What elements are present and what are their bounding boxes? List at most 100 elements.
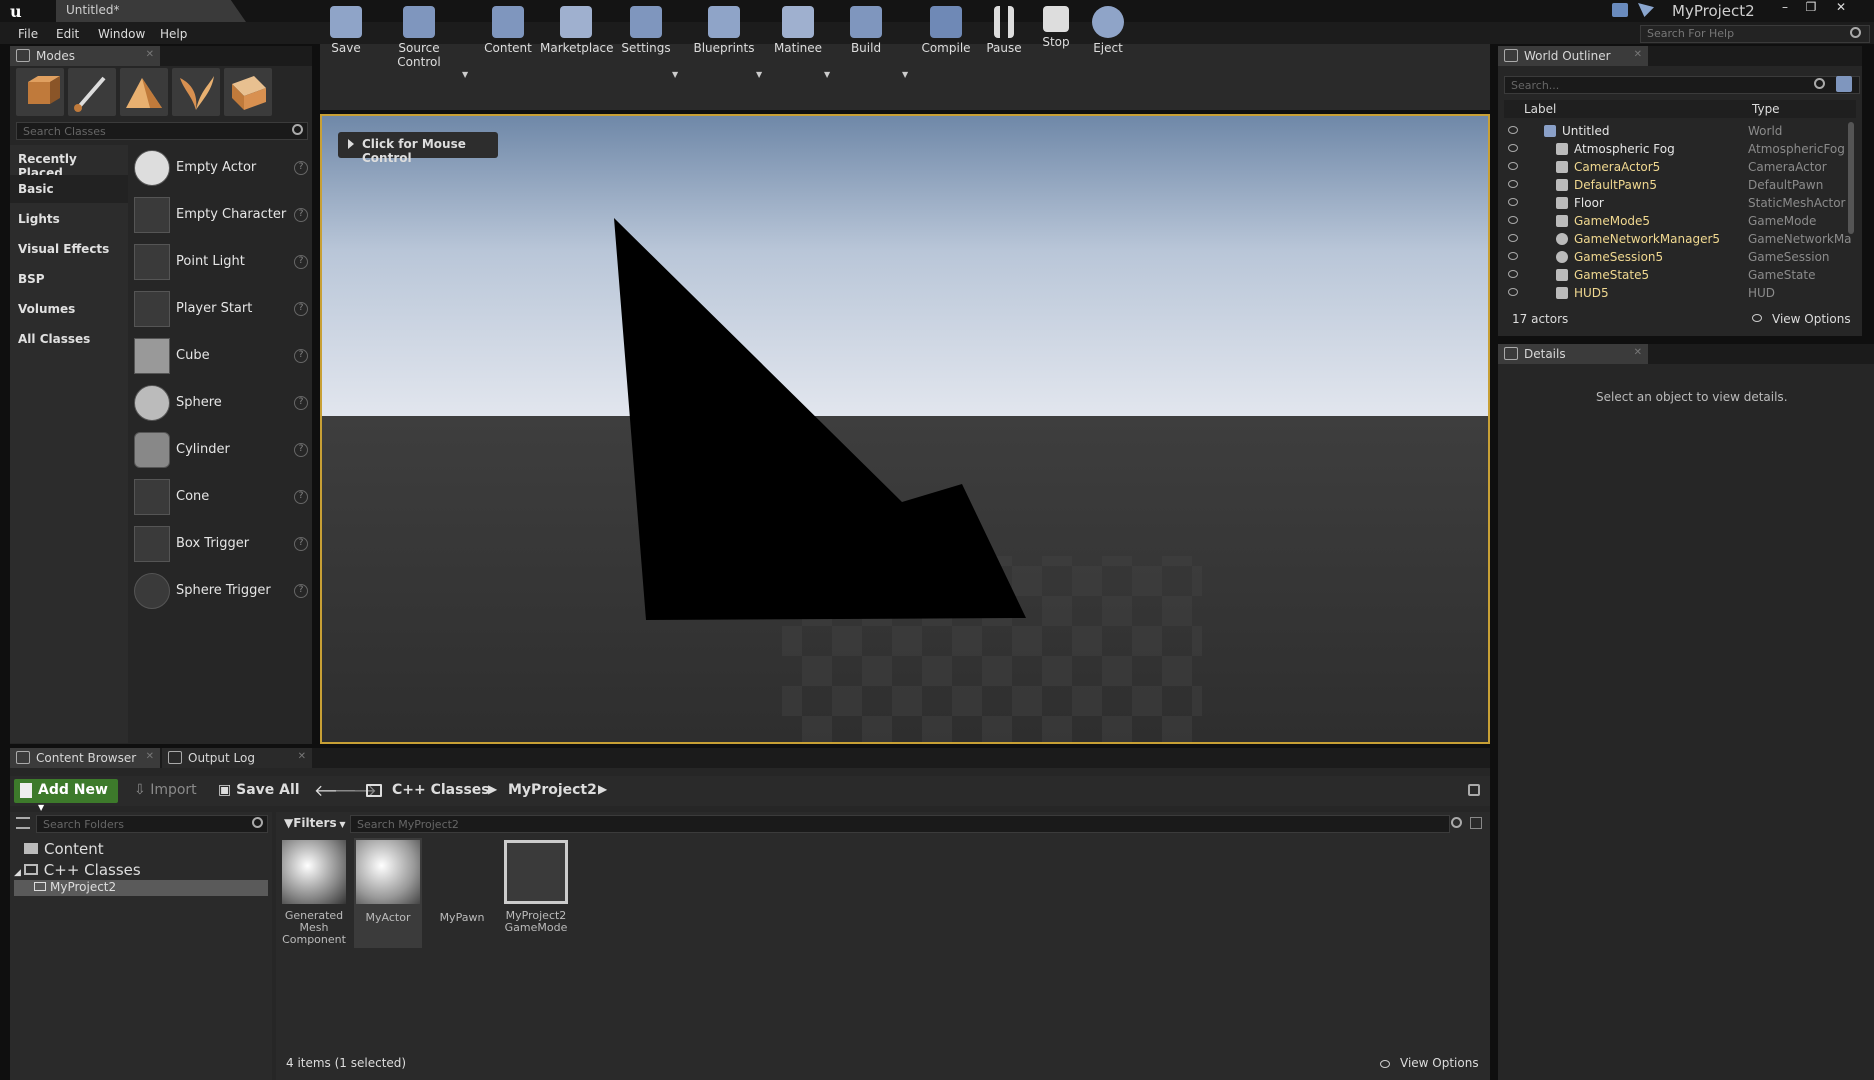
compile-button[interactable]: Compile [920, 4, 972, 64]
content-button[interactable]: Content [484, 4, 532, 64]
class-search-input[interactable]: Search Classes [16, 122, 308, 140]
search-icon[interactable] [1451, 817, 1462, 828]
class-item-sphere-trigger[interactable]: Sphere Trigger ? [134, 571, 310, 613]
stop-button[interactable]: Stop [1036, 4, 1076, 64]
blueprints-button[interactable]: Blueprints [692, 4, 756, 64]
search-icon[interactable] [1850, 27, 1861, 38]
close-window-button[interactable]: ✕ [1828, 0, 1854, 16]
category-visual-effects[interactable]: Visual Effects [10, 235, 128, 263]
visibility-eye-icon[interactable] [1508, 144, 1518, 152]
import-button[interactable]: ⇩ Import [134, 782, 197, 798]
search-icon[interactable] [252, 817, 263, 828]
blueprints-dropdown[interactable]: ▼ [756, 70, 762, 79]
asset-tile[interactable]: MyProject2 GameMode [502, 838, 570, 948]
mode-geometry-button[interactable] [224, 68, 272, 116]
add-actor-icon[interactable] [1836, 76, 1852, 92]
visibility-eye-icon[interactable] [1508, 180, 1518, 188]
outliner-row[interactable]: Atmospheric Fog AtmosphericFog [1504, 140, 1848, 158]
source-control-button[interactable]: Source Control [376, 4, 462, 69]
settings-button[interactable]: Settings [620, 4, 672, 64]
source-control-dropdown[interactable]: ▼ [462, 70, 468, 79]
expand-arrow-icon[interactable]: ◢ [14, 868, 24, 878]
menu-help[interactable]: Help [160, 27, 187, 43]
menu-edit[interactable]: Edit [56, 27, 79, 43]
category-lights[interactable]: Lights [10, 205, 128, 233]
save-all-button[interactable]: ▣ Save All [218, 782, 300, 798]
content-view-options[interactable]: View Options [1400, 1056, 1479, 1070]
build-dropdown[interactable]: ▼ [902, 70, 908, 79]
eject-button[interactable]: Eject [1088, 4, 1128, 64]
class-item-player-start[interactable]: Player Start ? [134, 289, 310, 331]
column-type-header[interactable]: Type [1752, 102, 1780, 116]
tree-item-myproject2[interactable]: MyProject2 [14, 880, 268, 896]
outliner-scrollbar[interactable] [1848, 122, 1854, 234]
pause-button[interactable]: Pause [984, 4, 1024, 64]
lock-icon[interactable] [1468, 784, 1480, 796]
mode-landscape-button[interactable] [120, 68, 168, 116]
document-tab[interactable]: Untitled* [56, 0, 246, 22]
help-icon[interactable]: ? [294, 302, 308, 316]
close-tab-icon[interactable]: ✕ [298, 751, 306, 762]
tree-item-cpp-classes[interactable]: ◢ C++ Classes [14, 861, 141, 879]
menu-file[interactable]: File [18, 27, 38, 43]
help-icon[interactable]: ? [294, 349, 308, 363]
asset-tile[interactable]: MyPawn [428, 838, 496, 948]
visibility-eye-icon[interactable] [1508, 252, 1518, 260]
class-item-box-trigger[interactable]: Box Trigger ? [134, 524, 310, 566]
save-search-icon[interactable] [1470, 817, 1482, 829]
chat-icon[interactable] [1612, 3, 1628, 17]
outliner-row[interactable]: CameraActor5 CameraActor [1504, 158, 1848, 176]
search-icon[interactable] [292, 124, 303, 135]
save-button[interactable]: Save [326, 4, 366, 64]
tab-modes[interactable]: Modes ✕ [10, 46, 160, 66]
breadcrumb-cpp-classes[interactable]: C++ Classes [392, 782, 490, 798]
tree-item-content[interactable]: Content [24, 840, 104, 858]
help-icon[interactable]: ? [294, 443, 308, 457]
outliner-search-input[interactable]: Search... [1504, 76, 1860, 94]
close-tab-icon[interactable]: ✕ [146, 49, 154, 60]
category-recently-placed[interactable]: Recently Placed [10, 145, 128, 180]
help-icon[interactable]: ? [294, 537, 308, 551]
build-button[interactable]: Build [846, 4, 886, 64]
close-tab-icon[interactable]: ✕ [146, 751, 154, 762]
class-item-cylinder[interactable]: Cylinder ? [134, 430, 310, 472]
outliner-row[interactable]: Untitled World [1504, 122, 1848, 140]
breadcrumb-myproject2[interactable]: MyProject2 [508, 782, 597, 798]
help-icon[interactable]: ? [294, 255, 308, 269]
category-all-classes[interactable]: All Classes [10, 325, 128, 353]
tab-content-browser[interactable]: Content Browser ✕ [10, 748, 160, 768]
marketplace-button[interactable]: Marketplace [540, 4, 614, 64]
visibility-eye-icon[interactable] [1508, 162, 1518, 170]
visibility-eye-icon[interactable] [1508, 216, 1518, 224]
category-volumes[interactable]: Volumes [10, 295, 128, 323]
help-icon[interactable]: ? [294, 161, 308, 175]
maximize-button[interactable]: ❐ [1798, 0, 1824, 16]
class-item-cone[interactable]: Cone ? [134, 477, 310, 519]
folder-search-input[interactable]: Search Folders [36, 815, 268, 833]
tab-details[interactable]: Details ✕ [1498, 344, 1648, 364]
help-icon[interactable]: ? [294, 490, 308, 504]
visibility-eye-icon[interactable] [1508, 126, 1518, 134]
visibility-eye-icon[interactable] [1508, 288, 1518, 296]
mode-paint-button[interactable] [68, 68, 116, 116]
outliner-row[interactable]: DefaultPawn5 DefaultPawn [1504, 176, 1848, 194]
class-item-point-light[interactable]: Point Light ? [134, 242, 310, 284]
matinee-dropdown[interactable]: ▼ [824, 70, 830, 79]
mode-place-button[interactable] [16, 68, 64, 116]
sources-toggle-icon[interactable] [16, 817, 30, 829]
minimize-button[interactable]: – [1772, 0, 1798, 16]
menu-window[interactable]: Window [98, 27, 145, 43]
asset-search-input[interactable]: Search MyProject2 [350, 815, 1450, 833]
asset-tile[interactable]: Generated Mesh Component [280, 838, 348, 948]
search-icon[interactable] [1814, 78, 1825, 89]
class-item-cube[interactable]: Cube ? [134, 336, 310, 378]
column-label-header[interactable]: Label [1524, 102, 1556, 116]
class-item-empty-actor[interactable]: Empty Actor ? [134, 148, 310, 190]
outliner-view-options[interactable]: View Options [1772, 312, 1851, 326]
level-viewport[interactable]: Click for Mouse Control [320, 114, 1490, 744]
class-item-empty-character[interactable]: Empty Character ? [134, 195, 310, 237]
tab-output-log[interactable]: Output Log ✕ [162, 748, 312, 768]
filters-button[interactable]: ▼Filters ▼ [284, 816, 346, 830]
help-icon[interactable]: ? [294, 208, 308, 222]
category-basic[interactable]: Basic [10, 175, 128, 203]
